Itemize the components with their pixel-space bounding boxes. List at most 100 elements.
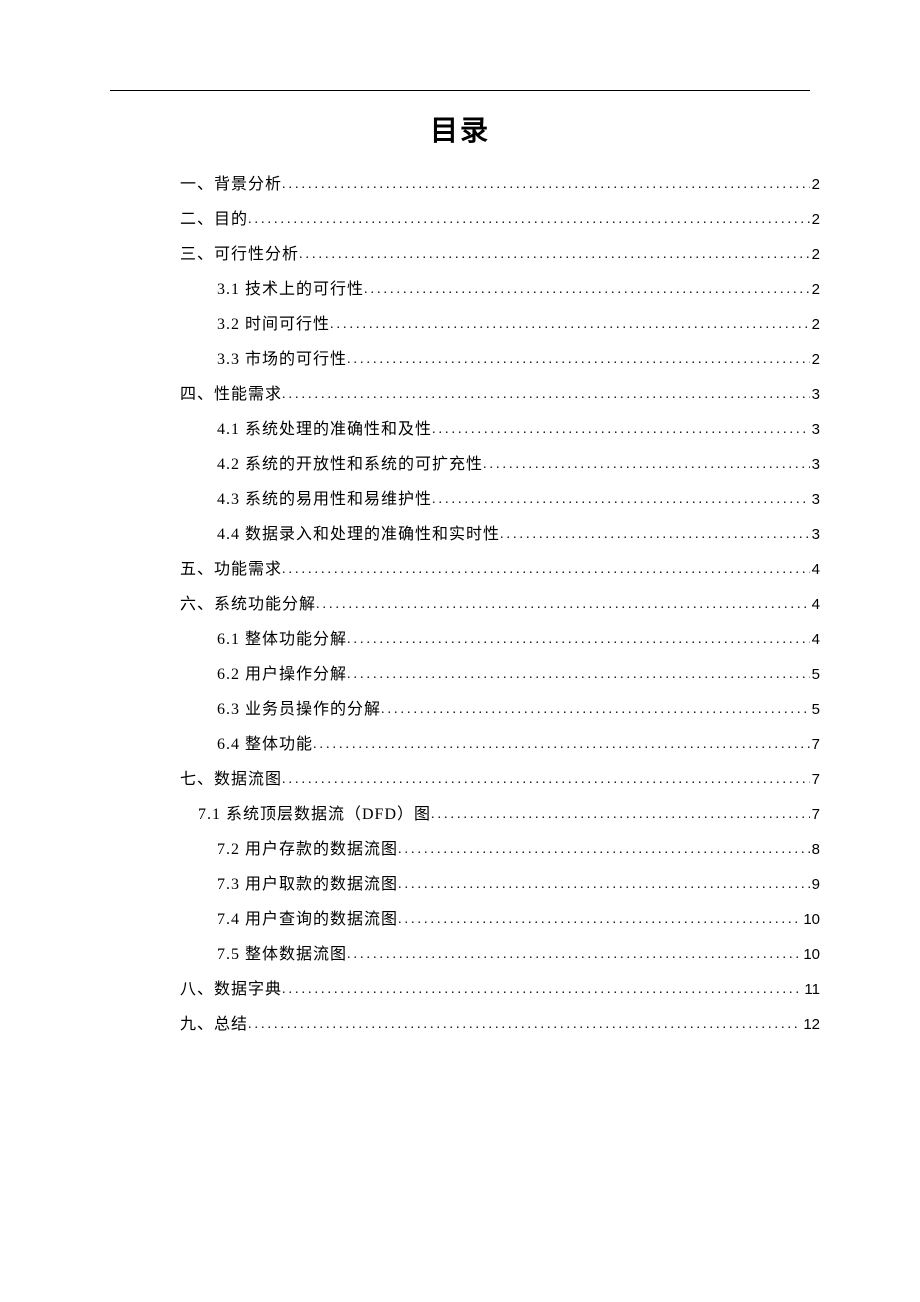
toc-entry-label: 6.1 整体功能分解 xyxy=(217,632,347,648)
toc-entry-label: 6.4 整体功能 xyxy=(217,737,313,753)
toc-title: 目录 xyxy=(100,109,820,149)
toc-leader-dots xyxy=(500,528,810,542)
toc-entry-label: 6.3 业务员操作的分解 xyxy=(217,702,381,718)
toc-entry-label: 4.4 数据录入和处理的准确性和实时性 xyxy=(217,527,500,543)
toc-entry: 3.2 时间可行性 2 xyxy=(100,317,820,333)
toc-leader-dots xyxy=(431,808,810,822)
toc-entry-label: 7.3 用户取款的数据流图 xyxy=(217,877,398,893)
toc-leader-dots xyxy=(282,388,810,402)
toc-entry-page: 7 xyxy=(810,807,820,822)
toc-entry: 五、功能需求 4 xyxy=(100,562,820,578)
toc-entry: 3.3 市场的可行性 2 xyxy=(100,352,820,368)
toc-entry-label: 八、数据字典 xyxy=(180,982,282,998)
toc-entry-page: 2 xyxy=(810,247,820,262)
toc-leader-dots xyxy=(381,703,810,717)
toc-entry-label: 4.2 系统的开放性和系统的可扩充性 xyxy=(217,457,483,473)
toc-leader-dots xyxy=(282,178,810,192)
toc-leader-dots xyxy=(282,563,810,577)
toc-leader-dots xyxy=(432,493,810,507)
toc-entry-page: 3 xyxy=(810,457,820,472)
toc-entry-label: 3.1 技术上的可行性 xyxy=(217,282,364,298)
toc-entry: 6.2 用户操作分解 5 xyxy=(100,667,820,683)
toc-leader-dots xyxy=(330,318,810,332)
toc-entry: 二、目的 2 xyxy=(100,212,820,228)
toc-entry: 6.1 整体功能分解 4 xyxy=(100,632,820,648)
toc-entry-label: 一、背景分析 xyxy=(180,177,282,193)
toc-entry: 7.1 系统顶层数据流（DFD）图 7 xyxy=(100,807,820,823)
toc-entry: 一、背景分析 2 xyxy=(100,177,820,193)
toc-leader-dots xyxy=(299,248,810,262)
toc-entry-label: 三、可行性分析 xyxy=(180,247,299,263)
toc-entry-label: 4.1 系统处理的准确性和及性 xyxy=(217,422,432,438)
toc-entry: 4.1 系统处理的准确性和及性 3 xyxy=(100,422,820,438)
toc-leader-dots xyxy=(347,353,810,367)
table-of-contents: 一、背景分析2二、目的2三、可行性分析23.1 技术上的可行性23.2 时间可行… xyxy=(100,177,820,1033)
toc-leader-dots xyxy=(248,213,810,227)
toc-entry: 7.5 整体数据流图 10 xyxy=(100,947,820,963)
toc-entry-page: 4 xyxy=(810,562,820,577)
toc-entry-page: 7 xyxy=(810,772,820,787)
toc-entry-page: 8 xyxy=(810,842,820,857)
toc-leader-dots xyxy=(313,738,810,752)
toc-entry-label: 7.2 用户存款的数据流图 xyxy=(217,842,398,858)
toc-leader-dots xyxy=(347,948,801,962)
toc-leader-dots xyxy=(316,598,810,612)
toc-entry-page: 2 xyxy=(810,317,820,332)
toc-entry: 六、系统功能分解4 xyxy=(100,597,820,613)
toc-entry-label: 六、系统功能分解 xyxy=(180,597,316,613)
toc-entry: 4.2 系统的开放性和系统的可扩充性 3 xyxy=(100,457,820,473)
toc-entry-page: 10 xyxy=(801,947,820,962)
toc-entry-page: 2 xyxy=(810,177,820,192)
toc-entry-page: 2 xyxy=(810,282,820,297)
toc-entry-page: 5 xyxy=(810,667,820,682)
toc-entry-page: 5 xyxy=(810,702,820,717)
toc-leader-dots xyxy=(282,983,802,997)
toc-entry-label: 4.3 系统的易用性和易维护性 xyxy=(217,492,432,508)
toc-entry-label: 7.5 整体数据流图 xyxy=(217,947,347,963)
toc-leader-dots xyxy=(347,633,810,647)
toc-entry: 三、可行性分析 2 xyxy=(100,247,820,263)
toc-leader-dots xyxy=(347,668,810,682)
toc-entry-page: 7 xyxy=(810,737,820,752)
toc-entry-page: 3 xyxy=(810,422,820,437)
toc-leader-dots xyxy=(364,283,810,297)
toc-entry: 3.1 技术上的可行性 2 xyxy=(100,282,820,298)
toc-entry: 4.4 数据录入和处理的准确性和实时性 3 xyxy=(100,527,820,543)
top-rule xyxy=(110,90,810,91)
toc-leader-dots xyxy=(398,878,810,892)
toc-entry-label: 二、目的 xyxy=(180,212,248,228)
toc-entry: 6.4 整体功能 7 xyxy=(100,737,820,753)
toc-entry: 7.4 用户查询的数据流图 10 xyxy=(100,912,820,928)
toc-leader-dots xyxy=(248,1018,801,1032)
toc-leader-dots xyxy=(483,458,810,472)
toc-entry: 6.3 业务员操作的分解 5 xyxy=(100,702,820,718)
toc-entry-page: 3 xyxy=(810,527,820,542)
toc-entry: 4.3 系统的易用性和易维护性3 xyxy=(100,492,820,508)
toc-entry-label: 3.3 市场的可行性 xyxy=(217,352,347,368)
toc-entry: 7.2 用户存款的数据流图 8 xyxy=(100,842,820,858)
toc-leader-dots xyxy=(432,423,810,437)
toc-entry: 七、数据流图 7 xyxy=(100,772,820,788)
toc-entry-label: 九、总结 xyxy=(180,1017,248,1033)
toc-entry-label: 7.4 用户查询的数据流图 xyxy=(217,912,398,928)
toc-entry-label: 3.2 时间可行性 xyxy=(217,317,330,333)
toc-entry-page: 12 xyxy=(801,1017,820,1032)
toc-entry: 九、总结 12 xyxy=(100,1017,820,1033)
toc-entry: 四、性能需求 3 xyxy=(100,387,820,403)
toc-entry-label: 6.2 用户操作分解 xyxy=(217,667,347,683)
toc-entry-label: 四、性能需求 xyxy=(180,387,282,403)
toc-entry-label: 七、数据流图 xyxy=(180,772,282,788)
toc-entry-page: 2 xyxy=(810,212,820,227)
document-page: 目录 一、背景分析2二、目的2三、可行性分析23.1 技术上的可行性23.2 时… xyxy=(0,0,920,1033)
toc-entry-page: 3 xyxy=(810,387,820,402)
toc-entry-page: 11 xyxy=(802,982,820,997)
toc-entry-page: 2 xyxy=(810,352,820,367)
toc-entry-page: 4 xyxy=(810,632,820,647)
toc-entry-page: 10 xyxy=(801,912,820,927)
toc-leader-dots xyxy=(398,843,810,857)
toc-entry-label: 7.1 系统顶层数据流（DFD）图 xyxy=(198,807,431,823)
toc-entry-label: 五、功能需求 xyxy=(180,562,282,578)
toc-entry: 7.3 用户取款的数据流图 9 xyxy=(100,877,820,893)
toc-entry: 八、数据字典 11 xyxy=(100,982,820,998)
toc-entry-page: 9 xyxy=(810,877,820,892)
